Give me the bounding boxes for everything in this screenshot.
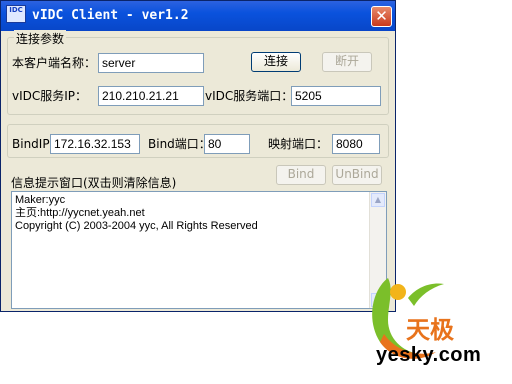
log-label: 信息提示窗口(双击则清除信息) (11, 176, 177, 190)
client-name-label: 本客户端名称： (12, 56, 97, 70)
close-icon: ✕ (375, 7, 388, 25)
bind-port-field[interactable]: 80 (204, 134, 250, 154)
window-title: vIDC Client - ver1.2 (32, 8, 189, 23)
server-ip-label: vIDC服务IP： (12, 89, 88, 103)
server-ip-field[interactable]: 210.210.21.21 (98, 86, 204, 106)
log-textarea[interactable]: Maker:yyc 主页:http://yycnet.yeah.net Copy… (11, 191, 387, 309)
map-port-field[interactable]: 8080 (332, 134, 380, 154)
title-bar[interactable]: IDC vIDC Client - ver1.2 ✕ (1, 1, 395, 31)
app-icon: IDC (6, 5, 26, 23)
map-port-label: 映射端口： (268, 137, 329, 151)
client-name-field[interactable]: server (98, 53, 204, 73)
log-lines: Maker:yyc 主页:http://yycnet.yeah.net Copy… (15, 194, 365, 233)
bind-button[interactable]: Bind (276, 165, 326, 185)
log-line: 主页:http://yycnet.yeah.net (15, 207, 145, 219)
bind-port-label: Bind端口： (148, 137, 211, 151)
log-line: Copyright (C) 2003-2004 yyc, All Rights … (15, 220, 258, 232)
brand-url: yesky.com (376, 344, 482, 366)
brand-chinese: 天极 (406, 316, 454, 344)
log-line: Maker:yyc (15, 194, 66, 206)
bind-ip-field[interactable]: 172.16.32.153 (50, 134, 140, 154)
connection-group-legend: 连接参数 (14, 30, 67, 47)
connect-button[interactable]: 连接 (251, 52, 301, 72)
disconnect-button[interactable]: 断开 (322, 52, 372, 72)
server-port-field[interactable]: 5205 (291, 86, 381, 106)
app-window: IDC vIDC Client - ver1.2 ✕ 连接参数 本客户端名称： … (0, 0, 396, 312)
yesky-logo: 天极 yesky.com (358, 268, 508, 380)
app-icon-text: IDC (9, 6, 23, 14)
close-button[interactable]: ✕ (371, 6, 392, 27)
scroll-up-icon[interactable]: ▲ (371, 193, 385, 207)
unbind-button[interactable]: UnBind (332, 165, 382, 185)
server-port-label: vIDC服务端口： (205, 89, 294, 103)
